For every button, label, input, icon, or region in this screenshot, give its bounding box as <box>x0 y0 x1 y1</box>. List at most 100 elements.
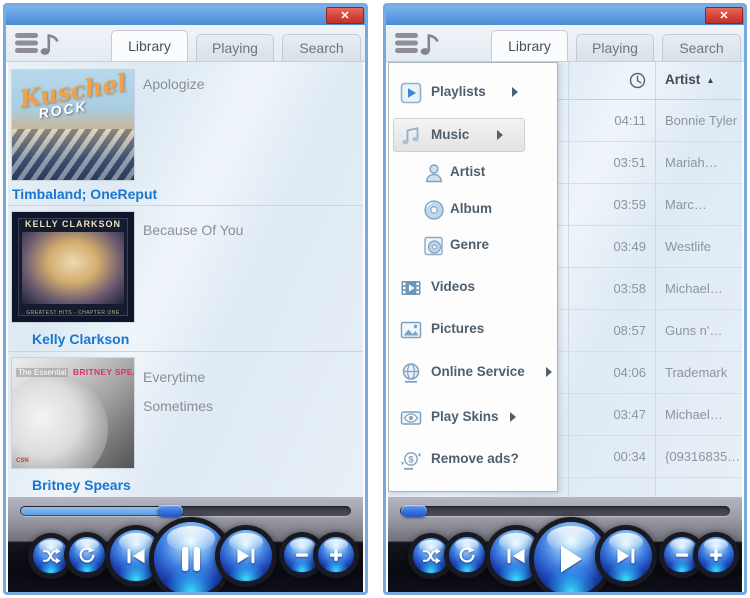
tab-library[interactable]: Library <box>111 30 188 61</box>
duration-cell: 03:51 <box>568 155 646 170</box>
close-button[interactable]: ✕ <box>705 7 743 24</box>
duration-cell: 04:11 <box>568 113 646 128</box>
progress-thumb[interactable] <box>401 505 427 517</box>
playlists-icon <box>400 82 422 104</box>
song-title[interactable]: Apologize <box>143 76 205 92</box>
progress-fill <box>401 507 414 515</box>
library-dropdown-menu: Playlists Music Artist <box>388 62 558 492</box>
library-album-list: Kuschel ROCK Apologize Timbaland; OneRep… <box>8 62 363 497</box>
menu-item-label: Music <box>431 127 469 142</box>
artist-cell: Mariah… <box>665 155 718 170</box>
artist-cell: Michael… <box>665 281 723 296</box>
volume-up-button[interactable] <box>318 537 354 573</box>
playlist-menu-icon[interactable] <box>394 31 440 57</box>
menu-item-label: Playlists <box>431 84 486 99</box>
menu-item-label: Play Skins <box>431 409 499 424</box>
menu-item-artist[interactable]: Artist <box>390 157 556 189</box>
artist-link[interactable]: Kelly Clarkson <box>32 331 129 347</box>
menu-item-label: Pictures <box>431 321 484 336</box>
svg-text:$: $ <box>408 454 414 465</box>
progress-fill <box>21 507 170 515</box>
artist-cell: Westlife <box>665 239 711 254</box>
playlist-menu-icon[interactable] <box>14 31 60 57</box>
menu-item-music[interactable]: Music <box>390 120 556 152</box>
close-button[interactable]: ✕ <box>326 7 364 24</box>
pause-button[interactable] <box>154 522 228 592</box>
progress-bar[interactable] <box>400 506 730 516</box>
tab-playing[interactable]: Playing <box>576 34 654 61</box>
submenu-arrow-icon <box>502 84 518 99</box>
album-art-kelly-clarkson[interactable]: KELLY CLARKSON GREATEST HITS - CHAPTER O… <box>12 212 134 322</box>
remove-ads-icon: $ <box>400 449 422 471</box>
menu-item-online-service[interactable]: Online Service <box>390 357 556 389</box>
menu-item-videos[interactable]: Videos <box>390 272 556 304</box>
tab-search[interactable]: Search <box>662 34 741 61</box>
artist-cell: Guns n'… <box>665 323 722 338</box>
repeat-button[interactable] <box>69 537 105 573</box>
song-title[interactable]: Sometimes <box>143 398 213 414</box>
submenu-arrow-icon <box>500 409 516 424</box>
progress-thumb[interactable] <box>157 505 183 517</box>
sort-ascending-icon: ▲ <box>706 75 714 85</box>
duration-cell: 03:58 <box>568 281 646 296</box>
menu-item-album[interactable]: Album <box>390 194 556 226</box>
tab-search[interactable]: Search <box>282 34 361 61</box>
online-service-icon <box>400 362 422 384</box>
clock-icon[interactable] <box>629 72 646 89</box>
toolbar: Library Playing Search <box>6 25 365 62</box>
cover-logo: CSN <box>16 458 29 464</box>
shuffle-button[interactable] <box>413 538 449 574</box>
album-art-britney-spears[interactable]: The Essential BRITNEY SPEARS CSN <box>12 358 134 468</box>
artist-cell: Michael… <box>665 407 723 422</box>
artist-link[interactable]: Britney Spears <box>32 477 131 493</box>
artist-cell: Bonnie Tyler <box>665 113 737 128</box>
cover-decoration <box>12 374 108 468</box>
menu-item-genre[interactable]: Genre <box>390 230 556 262</box>
cover-subtitle: BRITNEY SPEARS <box>73 367 134 377</box>
cover-title: KELLY CLARKSON <box>12 219 134 229</box>
artist-cell: Marc… <box>665 197 707 212</box>
album-icon <box>423 199 445 221</box>
duration-cell: 08:57 <box>568 323 646 338</box>
duration-cell: 03:47 <box>568 407 646 422</box>
album-art-kuschel-rock[interactable]: Kuschel ROCK <box>12 70 134 180</box>
artist-header-label: Artist <box>665 72 700 87</box>
list-divider <box>8 351 363 352</box>
submenu-arrow-icon <box>487 127 503 142</box>
cover-decoration <box>22 232 124 304</box>
song-title[interactable]: Everytime <box>143 369 205 385</box>
pictures-icon <box>400 319 422 341</box>
next-button[interactable] <box>220 530 272 582</box>
tab-playing[interactable]: Playing <box>196 34 274 61</box>
artist-column-header[interactable]: Artist ▲ <box>665 72 715 87</box>
menu-item-play-skins[interactable]: Play Skins <box>390 402 556 434</box>
cover-title: The Essential <box>16 368 68 377</box>
tab-library[interactable]: Library <box>491 30 568 61</box>
volume-down-button[interactable] <box>284 537 320 573</box>
genre-icon <box>423 235 445 257</box>
player-control-bar <box>8 497 363 592</box>
menu-item-remove-ads[interactable]: $ Remove ads? <box>390 444 556 476</box>
title-bar[interactable]: ✕ <box>6 6 365 25</box>
play-button[interactable] <box>534 522 608 592</box>
music-player-window-right: ✕ Library Playing Search Artist ▲ <box>383 3 747 595</box>
menu-item-playlists[interactable]: Playlists <box>390 77 556 109</box>
artist-link[interactable]: Timbaland; OneReput <box>12 186 157 202</box>
list-divider <box>8 205 363 206</box>
repeat-button[interactable] <box>449 537 485 573</box>
shuffle-button[interactable] <box>33 538 69 574</box>
artist-cell: Trademark <box>665 365 727 380</box>
volume-up-button[interactable] <box>698 537 734 573</box>
volume-down-button[interactable] <box>664 537 700 573</box>
progress-bar[interactable] <box>20 506 351 516</box>
artist-icon <box>423 162 445 184</box>
duration-cell: 00:34 <box>568 449 646 464</box>
menu-item-label: Online Service <box>431 364 525 379</box>
library-song-table: Artist ▲ 04:11 Bonnie Tyler 03:51 Mariah… 0… <box>388 62 742 497</box>
title-bar[interactable]: ✕ <box>386 6 744 25</box>
menu-item-pictures[interactable]: Pictures <box>390 314 556 346</box>
song-title[interactable]: Because Of You <box>143 222 243 238</box>
menu-item-label: Album <box>450 201 492 216</box>
next-button[interactable] <box>600 530 652 582</box>
submenu-arrow-icon <box>536 364 552 379</box>
